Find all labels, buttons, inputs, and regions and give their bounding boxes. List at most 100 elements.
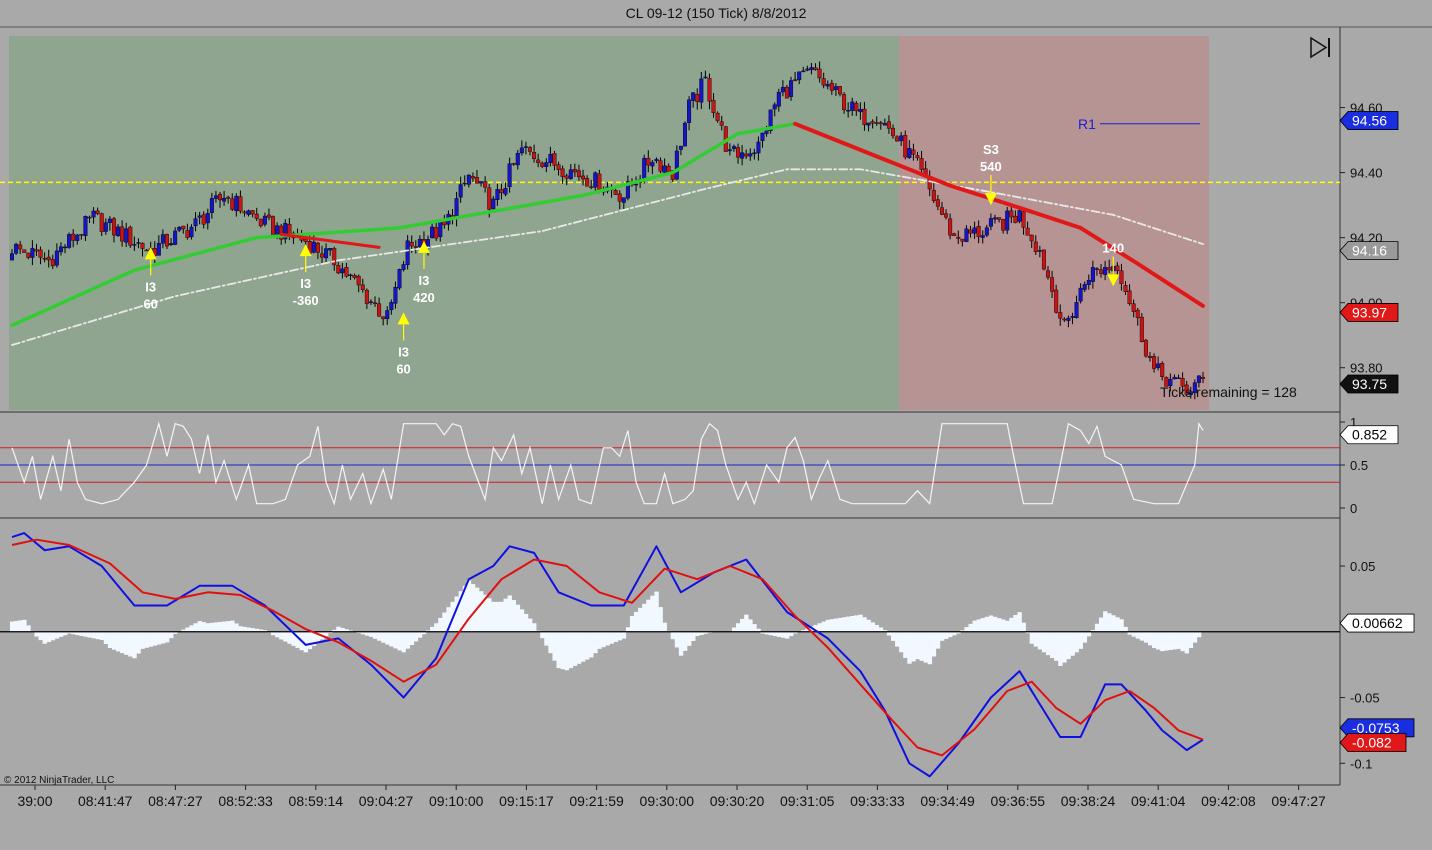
- candle-body: [120, 226, 125, 242]
- candle-body: [621, 197, 626, 203]
- candle-body: [585, 178, 590, 187]
- candle-body: [511, 163, 516, 165]
- histogram-bar: [1045, 631, 1051, 656]
- histogram-bar: [38, 631, 43, 641]
- candle-body: [829, 82, 834, 91]
- histogram-bar: [120, 631, 125, 654]
- histogram-bar: [1017, 612, 1022, 632]
- skip-to-end-icon[interactable]: [1310, 36, 1330, 59]
- candle-body: [797, 71, 802, 81]
- candle-body: [968, 229, 973, 234]
- macd-tag-red-label: -0.082: [1352, 735, 1392, 751]
- candle-body: [442, 221, 447, 226]
- signal-label: S3: [983, 142, 999, 157]
- histogram-bar: [890, 631, 896, 641]
- candle-body: [487, 187, 492, 210]
- candle-body: [825, 84, 830, 87]
- candle-body: [854, 103, 859, 112]
- candle-body: [1143, 339, 1148, 357]
- candle-body: [744, 153, 749, 157]
- histogram-bar: [519, 609, 525, 632]
- histogram-bar: [907, 631, 912, 664]
- candle-body: [136, 242, 141, 244]
- candle: [768, 109, 773, 134]
- price-tag-93-97: 93.97: [1339, 303, 1399, 322]
- histogram-bar: [939, 631, 945, 641]
- candle: [22, 249, 27, 253]
- histogram-bar: [405, 631, 410, 649]
- candle: [14, 242, 19, 255]
- candle-body: [1066, 317, 1071, 321]
- candle-body: [254, 213, 259, 219]
- candle-body: [381, 316, 386, 320]
- candle-body: [682, 122, 687, 147]
- candle-body: [866, 122, 871, 126]
- candle-body: [809, 67, 814, 71]
- histogram-bar: [544, 631, 549, 646]
- candle-body: [919, 158, 924, 170]
- signal-label: I3: [300, 276, 311, 291]
- histogram-bar: [226, 621, 231, 632]
- histogram-bar: [401, 631, 406, 653]
- candle-body: [556, 164, 561, 170]
- chart-canvas[interactable]: R1 I360I3-360I360I3420S3540140 94.6094.4…: [0, 0, 1432, 850]
- histogram-bar: [532, 623, 537, 632]
- osc-tick-label: 0: [1350, 501, 1357, 516]
- macd-tag-red: -0.082: [1339, 733, 1407, 753]
- histogram-bar: [140, 631, 145, 649]
- histogram-bar: [393, 631, 398, 649]
- time-tick-label: 09:33:33: [850, 793, 905, 809]
- histogram-bar: [527, 618, 533, 632]
- price-tick-label: 93.80: [1350, 361, 1383, 376]
- candle-body: [548, 154, 553, 163]
- candle-body: [364, 289, 369, 304]
- candle-body: [405, 240, 410, 265]
- histogram-bar: [303, 631, 309, 653]
- histogram-bar: [58, 631, 64, 637]
- candle-body: [397, 269, 402, 289]
- candle-body: [784, 86, 789, 99]
- candle-body: [903, 135, 908, 158]
- candle-body: [185, 230, 190, 238]
- candle-body: [691, 92, 696, 101]
- histogram-bar: [972, 620, 977, 632]
- histogram-bar: [275, 631, 280, 638]
- candle: [271, 215, 276, 237]
- histogram-bar: [279, 631, 284, 640]
- histogram-bar: [895, 631, 900, 647]
- histogram-bar: [79, 631, 84, 636]
- histogram-bar: [103, 631, 109, 644]
- histogram-bar: [217, 621, 223, 632]
- candle-body: [528, 147, 533, 152]
- histogram-bar: [1013, 615, 1018, 632]
- candle-body: [662, 165, 667, 173]
- histogram-bar: [1115, 617, 1120, 632]
- candle-body: [519, 147, 524, 154]
- candle-body: [250, 210, 255, 215]
- histogram-bar: [735, 623, 741, 632]
- histogram-bar: [1066, 631, 1071, 660]
- candle-body: [18, 244, 23, 250]
- candle-body: [882, 123, 887, 126]
- candle-body: [336, 265, 341, 274]
- osc-line: [11, 421, 1204, 506]
- candle-body: [564, 175, 569, 179]
- histogram-bar: [988, 615, 994, 632]
- histogram-bar: [1164, 631, 1169, 651]
- candle-body: [1029, 234, 1034, 242]
- histogram-bar: [9, 621, 15, 632]
- histogram-bar: [42, 631, 47, 644]
- candle-body: [189, 226, 194, 238]
- histogram-bar: [307, 631, 313, 650]
- histogram-bar: [789, 631, 794, 637]
- candle-body: [789, 80, 794, 97]
- histogram-bar: [1135, 631, 1141, 639]
- candle: [67, 232, 72, 249]
- histogram-bar: [124, 631, 129, 655]
- candle-body: [711, 99, 716, 114]
- histogram-bar: [377, 631, 382, 641]
- candle-body: [980, 235, 985, 238]
- candle-body: [409, 241, 414, 247]
- candle-body: [1160, 362, 1165, 377]
- histogram-bar: [846, 616, 851, 632]
